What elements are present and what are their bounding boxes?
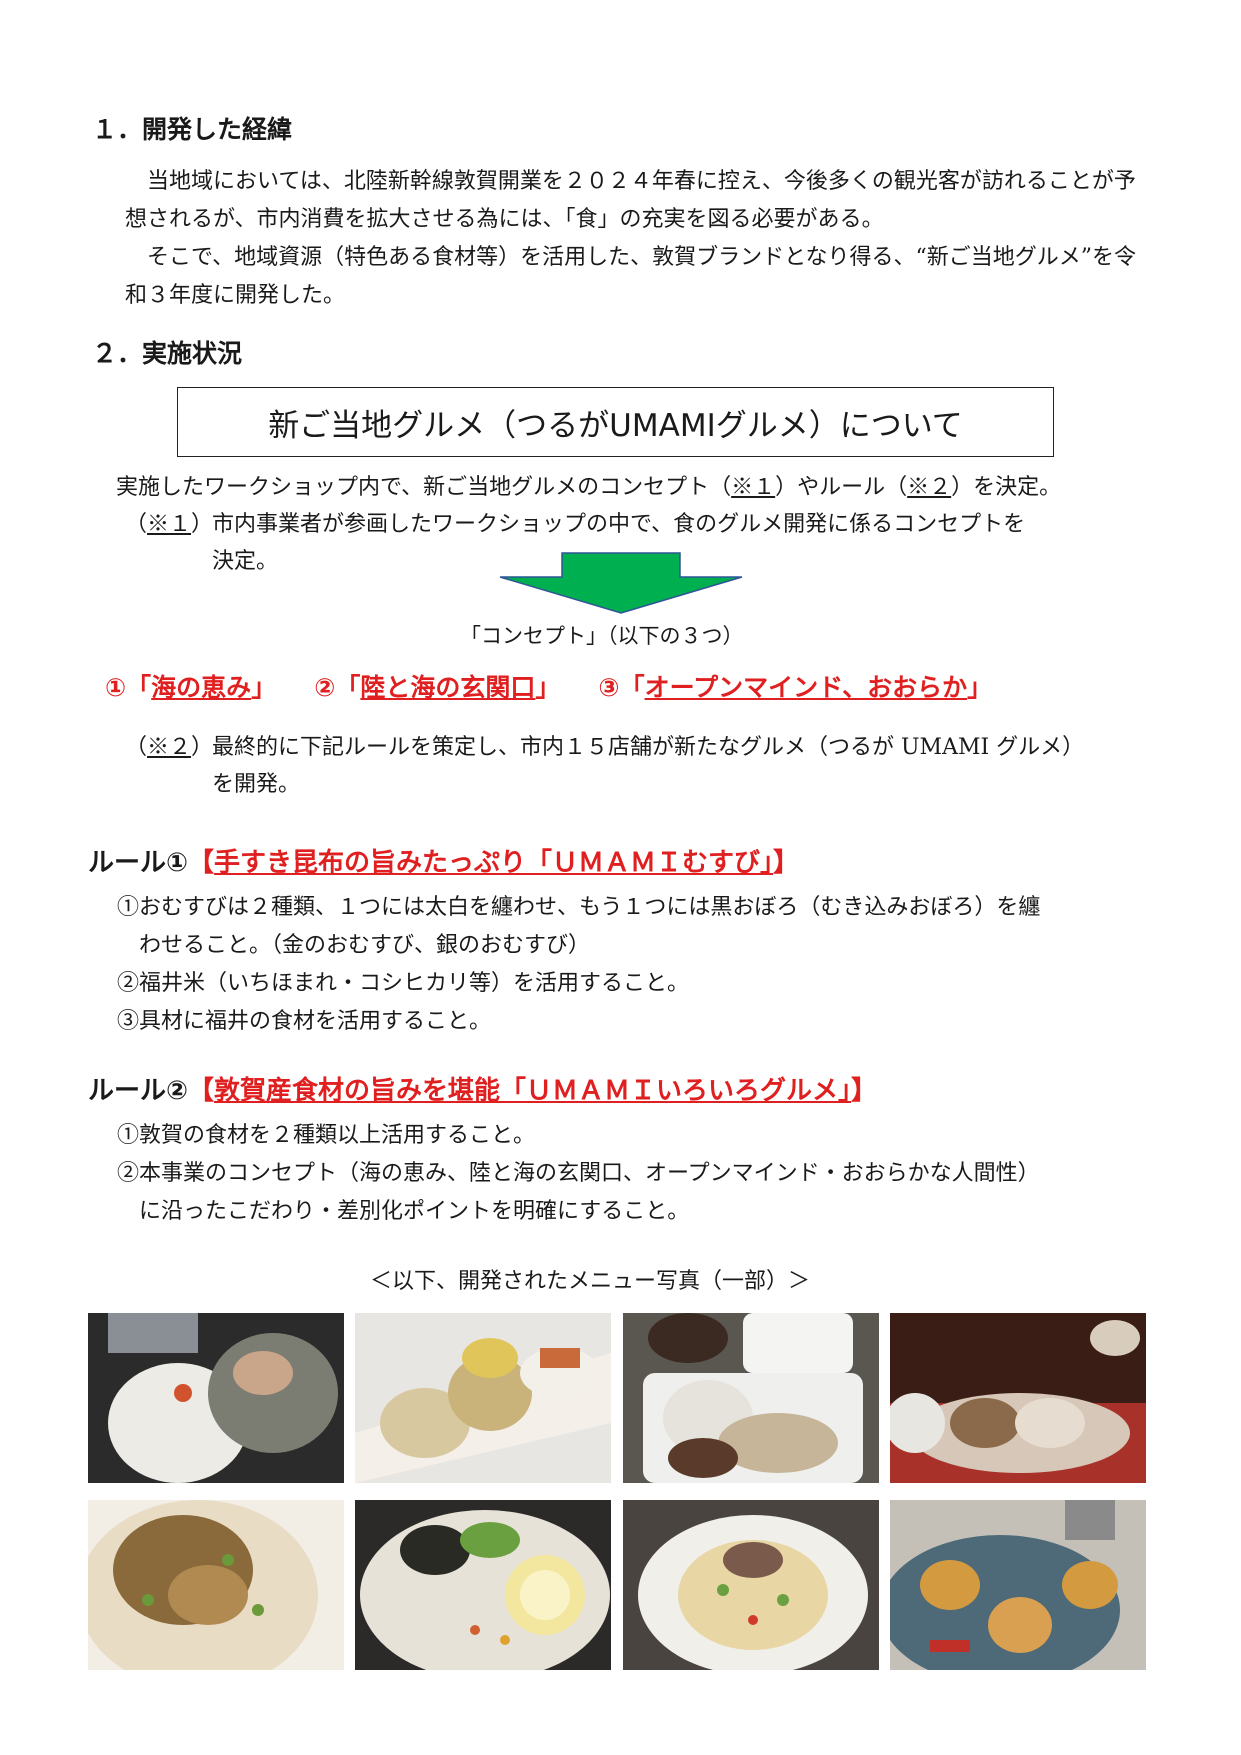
rule2-item: ②本事業のコンセプト（海の恵み、陸と海の玄関口、オープンマインド・おおらかな人間… (117, 1161, 1040, 1186)
down-arrow-icon (499, 552, 743, 614)
note1-line-2: 決定。 (212, 549, 279, 574)
menu-photo-2 (355, 1313, 611, 1483)
menu-photo-1 (88, 1313, 344, 1483)
concept-list: ①「海の恵み」 ②「陸と海の玄関口」 ③「オープンマインド、おおらか」 (105, 668, 992, 704)
rule2-item: ①敦賀の食材を２種類以上活用すること。 (117, 1123, 536, 1148)
concept-caption: 「コンセプト」（以下の３つ） (460, 624, 744, 648)
rule2-title: 敦賀産食材の旨みを堪能「ＵＭＡＭＩいろいろグルメ」 (214, 1076, 852, 1106)
note1-open: （ (125, 512, 148, 537)
rule1-item: ③具材に福井の食材を活用すること。 (117, 1009, 492, 1034)
rule1-bracket-close: 】 (773, 848, 800, 878)
intro-text-c: ）を決定。 (951, 475, 1062, 500)
rule1-heading: ルール①【手すき昆布の旨みたっぷり「ＵＭＡＭＩむすび」】 (88, 842, 799, 879)
note2-close: ） (191, 735, 214, 760)
section1-paragraph-2: そこで、地域資源（特色ある食材等）を活用した、敦賀ブランドとなり得る、“新ご当地… (125, 245, 1136, 308)
workshop-intro: 実施したワークショップ内で、新ご当地グルメのコンセプト（※１）やルール（※２）を… (116, 469, 1061, 501)
rule1-bracket-open: 【 (188, 848, 215, 878)
intro-ref-2: ※２ (907, 475, 952, 500)
intro-text-a: 実施したワークショップ内で、新ご当地グルメのコンセプト（ (116, 475, 732, 500)
rule1-item: ②福井米（いちほまれ・コシヒカリ等）を活用すること。 (117, 971, 690, 996)
rule2-label: ルール② (88, 1076, 189, 1106)
rule2-bracket-close: 】 (851, 1076, 878, 1106)
menu-photo-8 (890, 1500, 1146, 1670)
rule1-item: ①おむすびは２種類、１つには太白を纏わせ、もう１つには黒おぼろ（むき込みおぼろ）… (117, 895, 1041, 920)
section1-heading: １．開発した経緯 (92, 115, 293, 144)
concept-1: ①「海の恵み」 (105, 673, 277, 702)
note2-ref: ※２ (147, 735, 192, 760)
gourmet-title-box: 新ご当地グルメ（つるがUMAMIグルメ）について (177, 387, 1054, 457)
menu-photo-7 (623, 1500, 879, 1670)
menu-photo-6 (355, 1500, 611, 1670)
note1-marker: （※１） (125, 506, 213, 538)
note2-open: （ (125, 735, 148, 760)
intro-ref-1: ※１ (731, 475, 776, 500)
note1-line-1: 市内事業者が参画したワークショップの中で、食のグルメ開発に係るコンセプトを (212, 512, 1026, 537)
menu-photo-3 (623, 1313, 879, 1483)
photos-caption: ＜以下、開発されたメニュー写真（一部）＞ (370, 1269, 811, 1294)
concept-2: ②「陸と海の玄関口」 (314, 673, 561, 702)
menu-photo-5 (88, 1500, 344, 1670)
note2-line-1: 最終的に下記ルールを策定し、市内１５店舗が新たなグルメ（つるが UMAMI グル… (212, 735, 1085, 760)
rule2-item: に沿ったこだわり・差別化ポイントを明確にすること。 (117, 1199, 690, 1224)
intro-text-b: ）やルール（ (775, 475, 908, 500)
note1-ref: ※１ (147, 512, 192, 537)
note2-line-2: を開発。 (212, 772, 301, 797)
rule1-item: わせること。（金のおむすび、銀のおむすび） (117, 933, 591, 958)
menu-photo-4 (890, 1313, 1146, 1483)
section2-heading: ２．実施状況 (92, 339, 243, 368)
note1-close: ） (191, 512, 214, 537)
concept-3: ③「オープンマインド、おおらか」 (598, 673, 993, 702)
note2-marker: （※２） (125, 729, 213, 761)
rule2-heading: ルール②【敦賀産食材の旨みを堪能「ＵＭＡＭＩいろいろグルメ」】 (88, 1070, 877, 1107)
gourmet-title-text: 新ご当地グルメ（つるがUMAMIグルメ）について (268, 407, 963, 444)
rule1-title: 手すき昆布の旨みたっぷり「ＵＭＡＭＩむすび」 (214, 848, 774, 878)
rule2-bracket-open: 【 (188, 1076, 215, 1106)
rule1-label: ルール① (88, 848, 189, 878)
section1-paragraph-1: 当地域においては、北陸新幹線敦賀開業を２０２４年春に控え、今後多くの観光客が訪れ… (125, 169, 1136, 232)
